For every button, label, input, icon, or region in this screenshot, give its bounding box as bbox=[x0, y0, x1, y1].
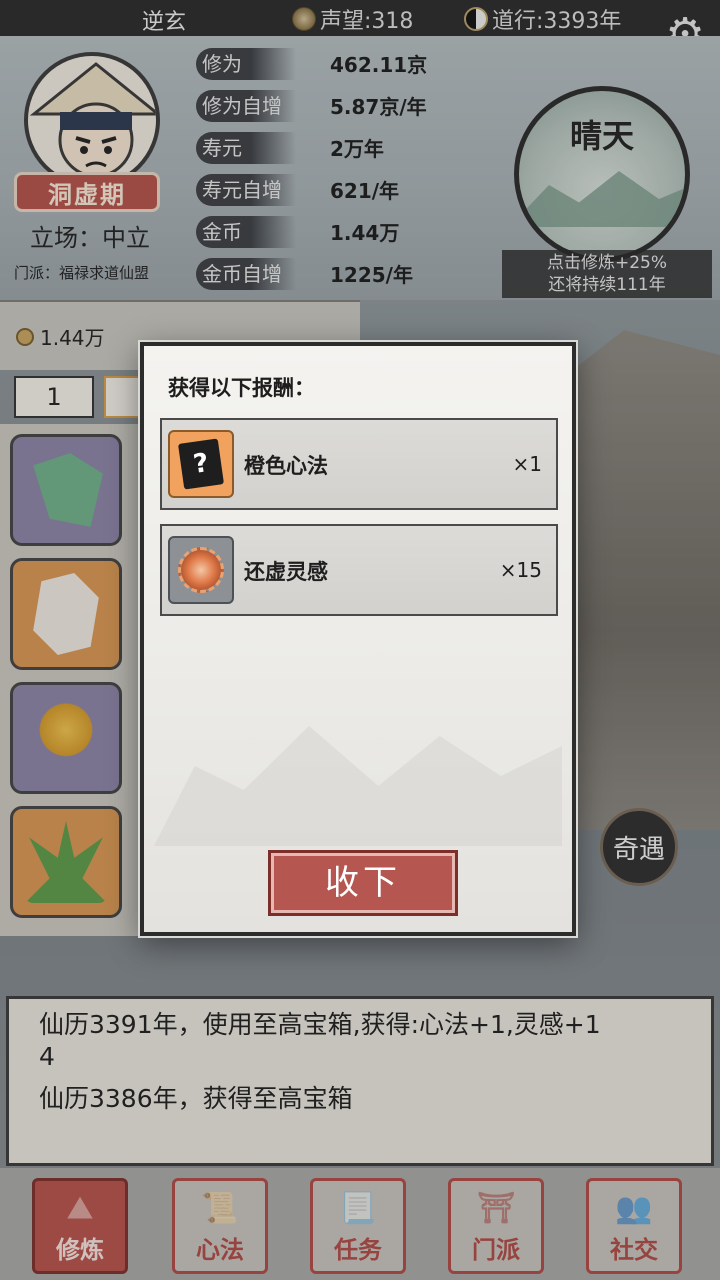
reward-name: 还虚灵感 bbox=[244, 560, 328, 584]
mystery-book-icon: ? bbox=[168, 430, 234, 498]
accept-button[interactable]: 收下 bbox=[268, 850, 458, 916]
reward-item[interactable]: ? 橙色心法 ×1 bbox=[160, 418, 558, 510]
reward-name: 橙色心法 bbox=[244, 454, 328, 478]
mist-mountains-decoration bbox=[154, 726, 562, 846]
reward-dialog: 获得以下报酬： ? 橙色心法 ×1 还虚灵感 ×15 收下 bbox=[140, 342, 576, 936]
reward-dialog-title: 获得以下报酬： bbox=[168, 376, 315, 400]
reward-count: ×15 bbox=[499, 558, 542, 582]
reward-item[interactable]: 还虚灵感 ×15 bbox=[160, 524, 558, 616]
spirit-orb-icon bbox=[168, 536, 234, 604]
reward-count: ×1 bbox=[512, 452, 542, 476]
